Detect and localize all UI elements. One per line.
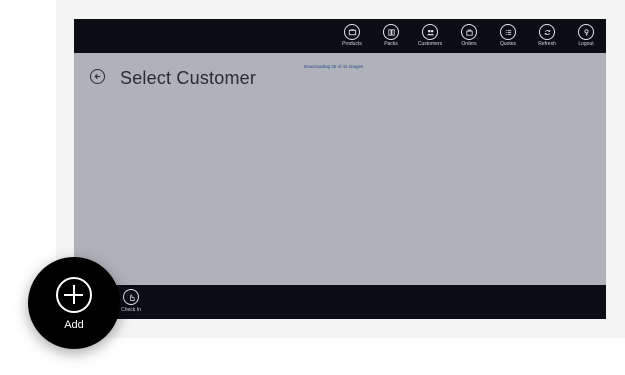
nav-packs-label: Packs (384, 41, 398, 47)
add-label: Add (64, 319, 84, 331)
check-in-button[interactable]: Check In (120, 289, 144, 315)
back-button[interactable] (90, 69, 105, 84)
page-title: Select Customer (120, 68, 257, 88)
nav-orders-label: Orders (461, 41, 477, 47)
logout-icon (578, 24, 594, 40)
nav-logout-label: Logout (578, 41, 594, 47)
nav-products-button[interactable]: Products (332, 24, 372, 50)
check-in-label: Check In (121, 307, 141, 313)
plus-icon (56, 277, 92, 313)
app-screen: Products Packs Customers Orders Quotes R… (74, 19, 606, 319)
nav-logout-button[interactable]: Logout (566, 24, 606, 50)
nav-customers-button[interactable]: Customers (410, 24, 450, 50)
nav-quotes-button[interactable]: Quotes (488, 24, 528, 50)
download-status: Downloading 35 of 43 images (304, 64, 364, 69)
top-app-bar: Products Packs Customers Orders Quotes R… (74, 19, 606, 53)
back-arrow-icon (94, 73, 101, 80)
add-button[interactable]: Add (28, 257, 120, 349)
nav-refresh-button[interactable]: Refresh (527, 24, 567, 50)
nav-quotes-label: Quotes (499, 41, 517, 47)
nav-refresh-label: Refresh (538, 41, 556, 47)
quotes-icon (500, 24, 516, 40)
packs-icon (383, 24, 399, 40)
nav-packs-button[interactable]: Packs (371, 24, 411, 50)
orders-icon (461, 24, 477, 40)
hand-icon (123, 289, 139, 305)
customers-icon (422, 24, 438, 40)
products-icon (344, 24, 360, 40)
nav-orders-button[interactable]: Orders (449, 24, 489, 50)
nav-products-label: Products (342, 41, 362, 47)
refresh-icon (539, 24, 555, 40)
nav-customers-label: Customers (417, 41, 443, 47)
bottom-app-bar: Check In (74, 285, 606, 319)
